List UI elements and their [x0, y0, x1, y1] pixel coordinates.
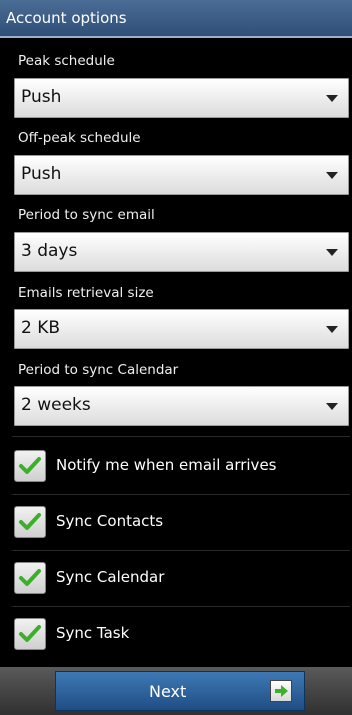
next-button-label: Next: [149, 682, 187, 701]
select-value: Push: [21, 164, 62, 184]
bottom-bar: Next: [0, 667, 352, 715]
peak-schedule-select[interactable]: Push: [14, 78, 349, 118]
off-peak-schedule-select[interactable]: Push: [14, 155, 349, 195]
select-value: 3 days: [21, 241, 78, 261]
notify-email-checkbox[interactable]: [14, 450, 46, 482]
check-icon: [19, 569, 41, 586]
divider: [12, 436, 350, 437]
check-icon: [19, 625, 41, 642]
sync-contacts-checkbox[interactable]: [14, 506, 46, 538]
sync-calendar-checkbox[interactable]: [14, 562, 46, 594]
chevron-down-icon: [326, 172, 338, 179]
select-value: 2 weeks: [21, 395, 91, 415]
emails-retrieval-size-label: Emails retrieval size: [18, 285, 154, 301]
sync-contacts-label: Sync Contacts: [56, 512, 164, 530]
sync-task-row[interactable]: Sync Task: [0, 606, 352, 662]
check-icon: [19, 457, 41, 474]
header-bar: Account options: [0, 0, 352, 38]
sync-task-label: Sync Task: [56, 624, 130, 642]
period-to-sync-email-label: Period to sync email: [18, 207, 155, 223]
page-title: Account options: [6, 9, 127, 27]
chevron-down-icon: [326, 326, 338, 333]
period-to-sync-calendar-select[interactable]: 2 weeks: [14, 386, 349, 426]
select-value: 2 KB: [21, 318, 61, 338]
next-button[interactable]: Next: [55, 671, 305, 711]
period-to-sync-calendar-label: Period to sync Calendar: [18, 362, 179, 378]
sync-task-checkbox[interactable]: [14, 618, 46, 650]
chevron-down-icon: [326, 249, 338, 256]
arrow-right-icon: [270, 680, 292, 702]
check-icon: [19, 513, 41, 530]
peak-schedule-label: Peak schedule: [18, 53, 115, 69]
sync-contacts-row[interactable]: Sync Contacts: [0, 494, 352, 550]
notify-email-label: Notify me when email arrives: [56, 456, 277, 474]
select-value: Push: [21, 87, 62, 107]
emails-retrieval-size-select[interactable]: 2 KB: [14, 309, 349, 349]
sync-calendar-row[interactable]: Sync Calendar: [0, 550, 352, 606]
chevron-down-icon: [326, 95, 338, 102]
off-peak-schedule-label: Off-peak schedule: [18, 130, 141, 146]
notify-email-row[interactable]: Notify me when email arrives: [0, 438, 352, 494]
chevron-down-icon: [326, 403, 338, 410]
period-to-sync-email-select[interactable]: 3 days: [14, 232, 349, 272]
sync-calendar-label: Sync Calendar: [56, 568, 165, 586]
